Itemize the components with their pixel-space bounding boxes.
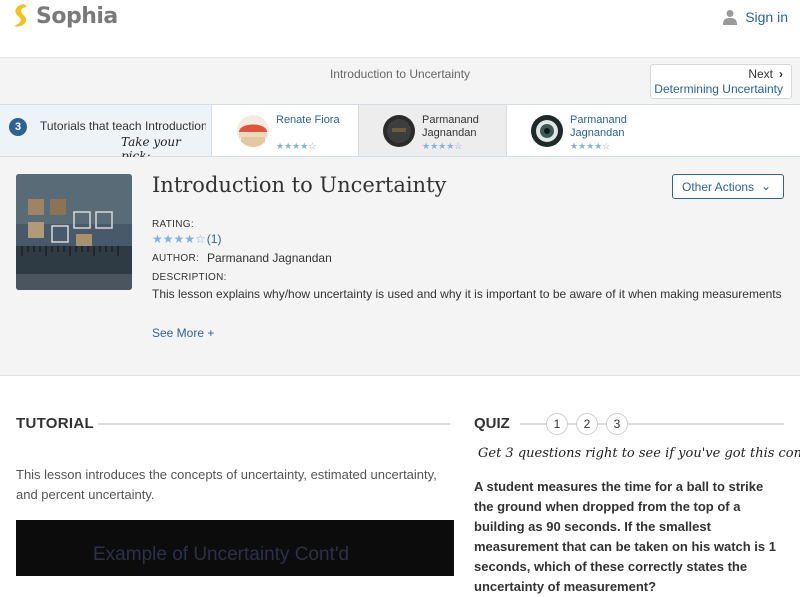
tutorials-bar: 3 Tutorials that teach Introduction to U…: [0, 104, 800, 163]
author-label: AUTHOR:: [152, 253, 200, 264]
brand-name: Sophia: [36, 3, 118, 29]
author-name: Parmanand Jagnandan: [207, 251, 332, 265]
lesson-thumbnail: [16, 174, 132, 290]
other-actions-label: Other Actions: [682, 180, 755, 194]
rating-stars: ★★★★☆: [422, 141, 463, 151]
video-player[interactable]: Example of Uncertainty Cont'd: [16, 520, 454, 576]
sign-in-label: Sign in: [745, 9, 788, 25]
next-lesson-button[interactable]: Next › Determining Uncertainty: [650, 64, 792, 99]
rating-stars: ★★★★☆: [152, 232, 206, 246]
tutorials-intro-text: Tutorials that teach Introduction to Unc…: [40, 119, 206, 133]
tutorial-author: Parmanand Jagnandan: [422, 114, 479, 139]
sophia-logo[interactable]: Sophia: [10, 3, 118, 29]
tutorial-author: Renate Fiora: [276, 114, 340, 126]
lesson-info-panel: Introduction to Uncertainty Other Action…: [0, 157, 800, 376]
quiz-heading: QUIZ: [474, 415, 510, 432]
description-label: DESCRIPTION:: [152, 272, 227, 283]
sign-in-link[interactable]: Sign in: [723, 9, 788, 25]
tutorial-author: Parmanand Jagnandan: [570, 114, 627, 139]
rating-count: (1): [206, 232, 222, 246]
person-icon: [723, 10, 738, 25]
next-label: Next: [748, 67, 773, 81]
avatar: [237, 115, 269, 147]
quiz-tagline: Get 3 questions right to see if you've g…: [478, 446, 800, 461]
quiz-step-2[interactable]: 2: [576, 413, 598, 435]
rating-stars: ★★★★☆: [276, 141, 317, 151]
quiz-step-3[interactable]: 3: [606, 413, 628, 435]
avatar: [531, 115, 563, 147]
tutorial-description: This lesson introduces the concepts of u…: [16, 467, 437, 502]
video-slide-title: Example of Uncertainty Cont'd: [93, 544, 350, 565]
tutorial-count-badge: 3: [9, 118, 27, 136]
quiz-question: A student measures the time for a ball t…: [474, 479, 776, 594]
tutorial-card-selected[interactable]: Parmanand Jagnandan ★★★★☆: [359, 105, 507, 156]
tutorial-card[interactable]: Renate Fiora ★★★★☆: [213, 105, 359, 156]
chevron-right-icon: ›: [779, 67, 783, 81]
divider: [98, 423, 450, 425]
lesson-description: This lesson explains why/how uncertainty…: [152, 287, 782, 301]
tutorials-intro: 3 Tutorials that teach Introduction to U…: [0, 105, 212, 163]
tutorial-heading: TUTORIAL: [16, 415, 94, 432]
see-more-link[interactable]: See More +: [152, 326, 214, 340]
quiz-step-1[interactable]: 1: [546, 413, 568, 435]
sophia-logo-icon: [14, 4, 27, 27]
lesson-title: Introduction to Uncertainty: [152, 173, 447, 197]
chevron-down-icon: ⌄: [760, 179, 771, 193]
tutorial-card[interactable]: Parmanand Jagnandan ★★★★☆: [507, 105, 657, 156]
lesson-rating[interactable]: ★★★★☆(1): [152, 232, 221, 246]
avatar: [383, 115, 415, 147]
other-actions-dropdown[interactable]: Other Actions ⌄: [672, 174, 784, 199]
rating-label: RATING:: [152, 219, 194, 230]
next-label-wrap: Next ›: [651, 67, 783, 81]
rating-stars: ★★★★☆: [570, 141, 611, 151]
lesson-nav-bar: Introduction to Uncertainty Next › Determ…: [0, 58, 800, 104]
next-lesson-title: Determining Uncertainty: [654, 82, 783, 96]
site-header: Sophia Sign in: [0, 0, 800, 58]
